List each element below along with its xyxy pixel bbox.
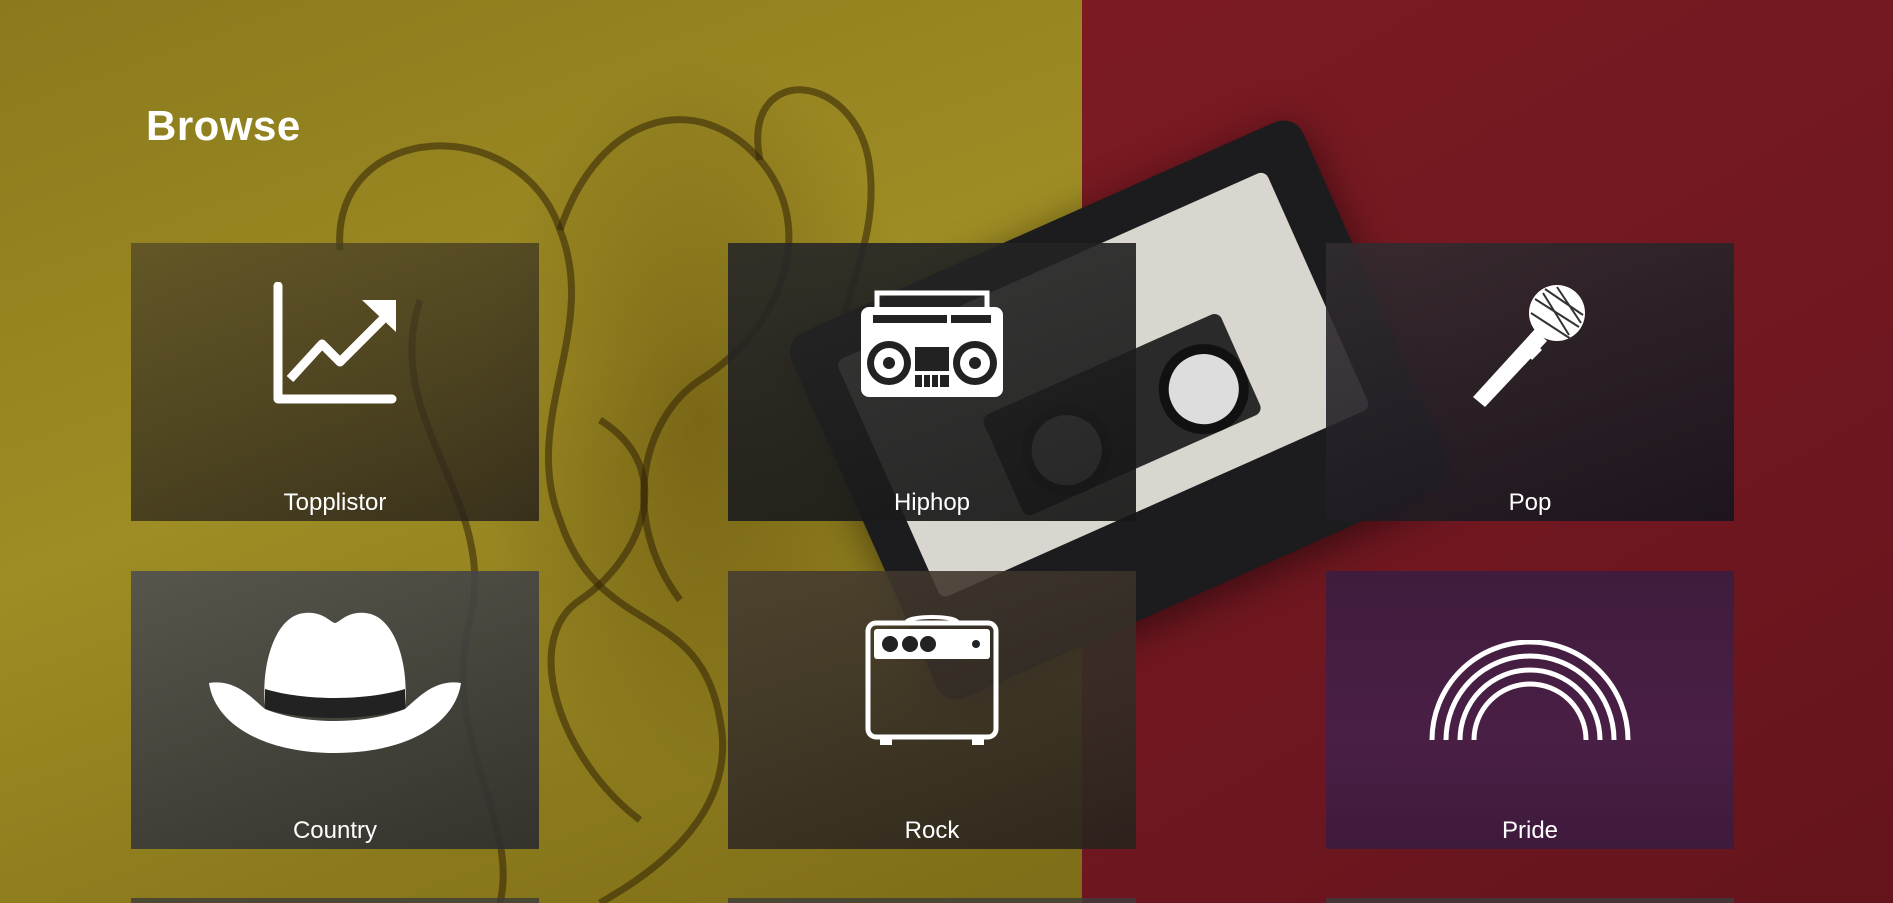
rainbow-icon [1326,627,1734,757]
category-tile-country[interactable]: Country [131,571,539,849]
category-tile-rock[interactable]: Rock [728,571,1136,849]
category-tile-pop[interactable]: Pop [1326,243,1734,521]
category-label: Pop [1508,489,1552,516]
category-label: Hiphop [893,489,971,516]
category-label: Rock [904,817,960,844]
microphone-icon [1326,279,1734,409]
category-label: Country [292,817,378,844]
boombox-icon [728,279,1136,409]
category-label: Topplistor [283,489,387,516]
category-tile-pride[interactable]: Pride [1326,571,1734,849]
page-title: Browse [146,102,301,149]
cowboy-hat-icon [131,605,539,755]
next-row-tile-peek [1326,898,1734,903]
amplifier-icon [728,615,1136,745]
next-row-tile-peek [131,898,539,903]
category-tile-topplistor[interactable]: Topplistor [131,243,539,521]
category-grid: Topplistor Hiphop Pop Country Rock Pride [131,243,1735,903]
trending-chart-icon [131,279,539,409]
category-tile-hiphop[interactable]: Hiphop [728,243,1136,521]
category-label: Pride [1501,817,1559,844]
next-row-tile-peek [728,898,1136,903]
